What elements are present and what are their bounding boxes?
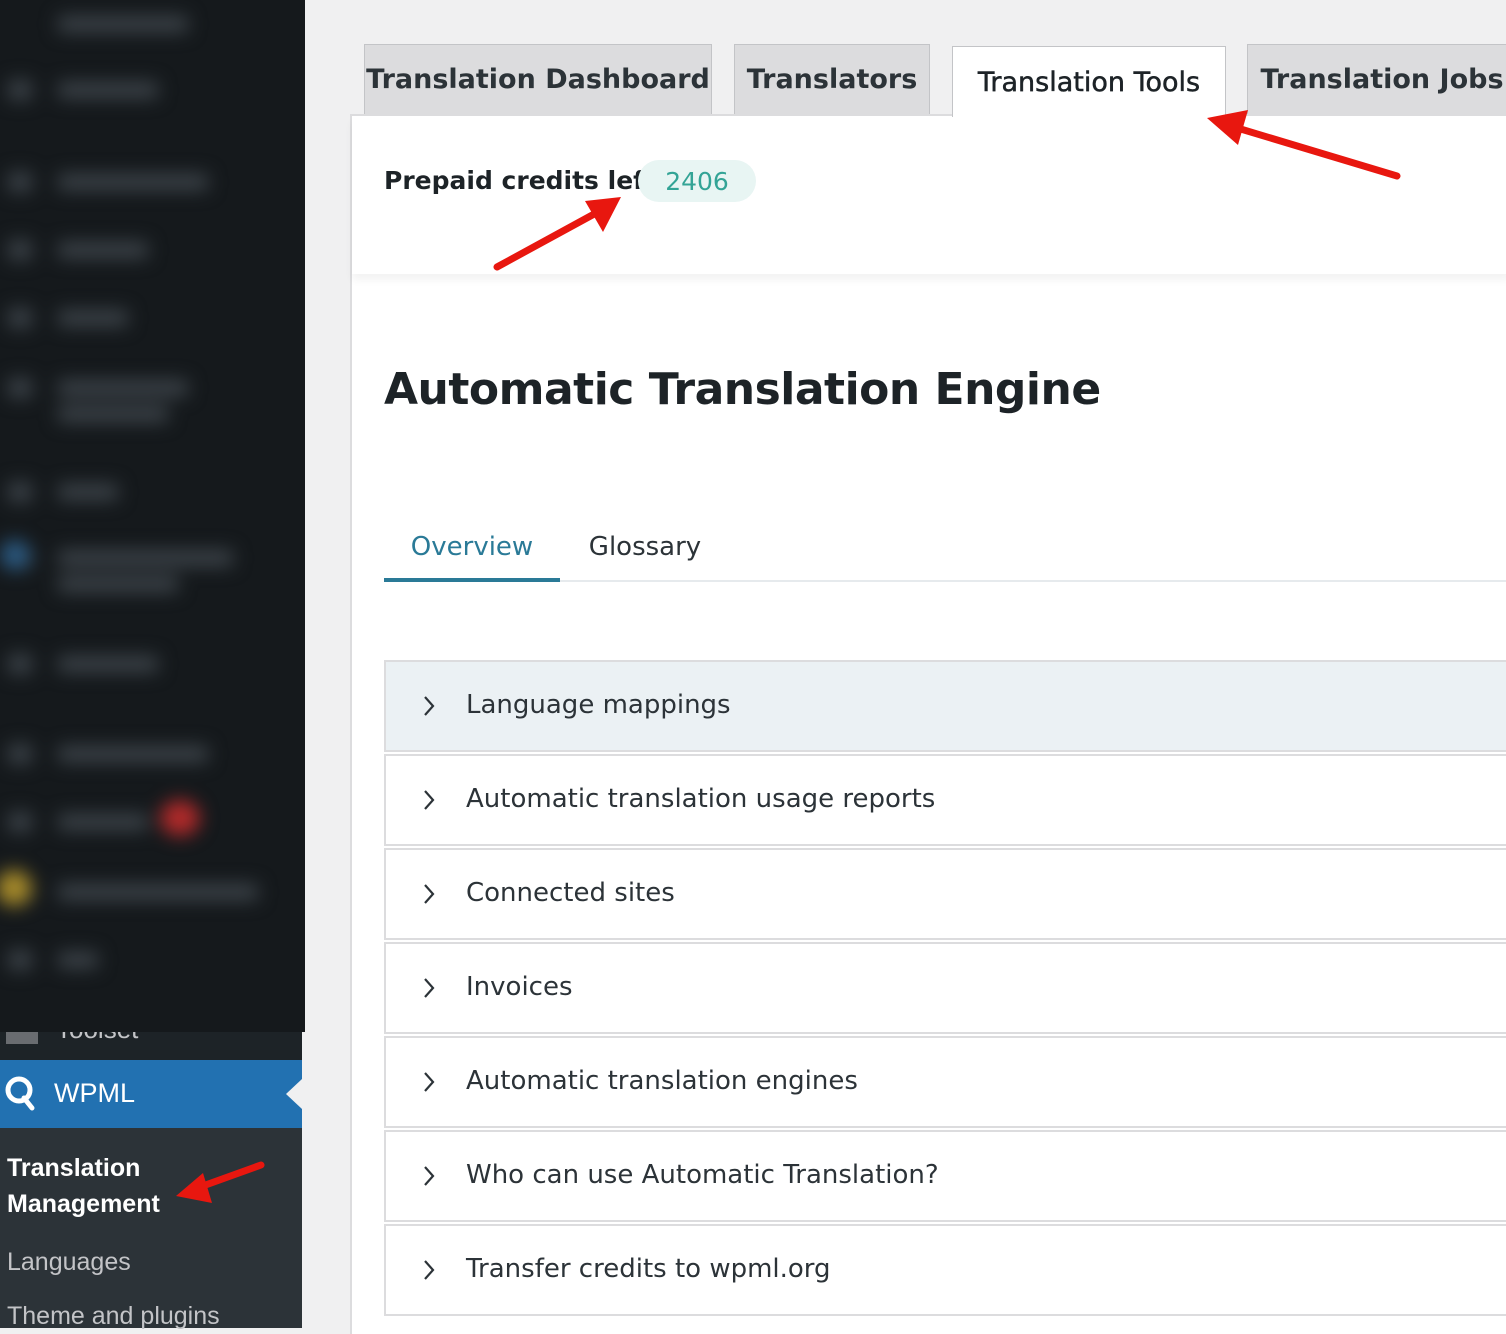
accordion-item-transfer-credits[interactable]: Transfer credits to wpml.org xyxy=(384,1224,1506,1316)
accordion-item-label: Transfer credits to wpml.org xyxy=(466,1254,831,1284)
tab-translation-jobs[interactable]: Translation Jobs xyxy=(1247,44,1506,114)
wpml-logo-icon xyxy=(2,1074,38,1116)
chevron-right-icon xyxy=(422,788,436,816)
translation-tools-panel: Prepaid credits left 2406 Automatic Tran… xyxy=(350,114,1506,1334)
accordion-item-connected-sites[interactable]: Connected sites xyxy=(384,848,1506,940)
chevron-right-icon xyxy=(422,882,436,910)
prepaid-credits-badge: 2406 xyxy=(638,160,756,202)
subtab-overview[interactable]: Overview xyxy=(384,516,560,582)
accordion-item-label: Language mappings xyxy=(466,690,731,720)
admin-sidebar: Toolset WPML Translation Management Lang… xyxy=(0,0,305,1330)
toolset-icon xyxy=(6,1032,38,1044)
accordion-item-who-can-use[interactable]: Who can use Automatic Translation? xyxy=(384,1130,1506,1222)
subtab-glossary[interactable]: Glossary xyxy=(560,516,730,578)
chevron-right-icon xyxy=(422,1258,436,1286)
tab-translation-tools[interactable]: Translation Tools xyxy=(952,46,1226,117)
engine-sections-accordion: Language mappings Automatic translation … xyxy=(384,660,1506,1318)
blurred-menu-region xyxy=(0,0,305,1032)
accordion-item-translation-engines[interactable]: Automatic translation engines xyxy=(384,1036,1506,1128)
prepaid-credits-label: Prepaid credits left xyxy=(384,166,656,195)
tab-translation-dashboard[interactable]: Translation Dashboard xyxy=(364,44,712,114)
tab-translators[interactable]: Translators xyxy=(734,44,930,114)
accordion-item-invoices[interactable]: Invoices xyxy=(384,942,1506,1034)
chevron-right-icon xyxy=(422,1164,436,1192)
wpml-submenu: Translation Management Languages Theme a… xyxy=(0,1128,302,1330)
accordion-item-label: Automatic translation usage reports xyxy=(466,784,936,814)
engine-subtabs: Overview Glossary xyxy=(384,516,1506,582)
sidebar-item-label: Toolset xyxy=(56,1032,138,1045)
accordion-item-usage-reports[interactable]: Automatic translation usage reports xyxy=(384,754,1506,846)
chevron-right-icon xyxy=(422,694,436,722)
accordion-item-label: Who can use Automatic Translation? xyxy=(466,1160,939,1190)
sidebar-item-label: WPML xyxy=(54,1078,135,1108)
submenu-item-translation-management[interactable]: Translation Management xyxy=(7,1150,207,1222)
chevron-right-icon xyxy=(422,976,436,1004)
sidebar-item-wpml[interactable]: WPML xyxy=(0,1060,302,1128)
accordion-item-label: Connected sites xyxy=(466,878,675,908)
sidebar-item-toolset[interactable]: Toolset xyxy=(0,1032,302,1060)
accordion-item-label: Invoices xyxy=(466,972,573,1002)
accordion-item-language-mappings[interactable]: Language mappings xyxy=(384,660,1506,752)
credits-bar: Prepaid credits left 2406 xyxy=(352,116,1506,274)
submenu-item-theme-and-plugins[interactable]: Theme and plugins xyxy=(7,1298,220,1334)
page-title: Automatic Translation Engine xyxy=(384,364,1101,415)
current-menu-indicator xyxy=(286,1079,302,1109)
chevron-right-icon xyxy=(422,1070,436,1098)
submenu-item-languages[interactable]: Languages xyxy=(7,1244,131,1280)
accordion-item-label: Automatic translation engines xyxy=(466,1066,858,1096)
